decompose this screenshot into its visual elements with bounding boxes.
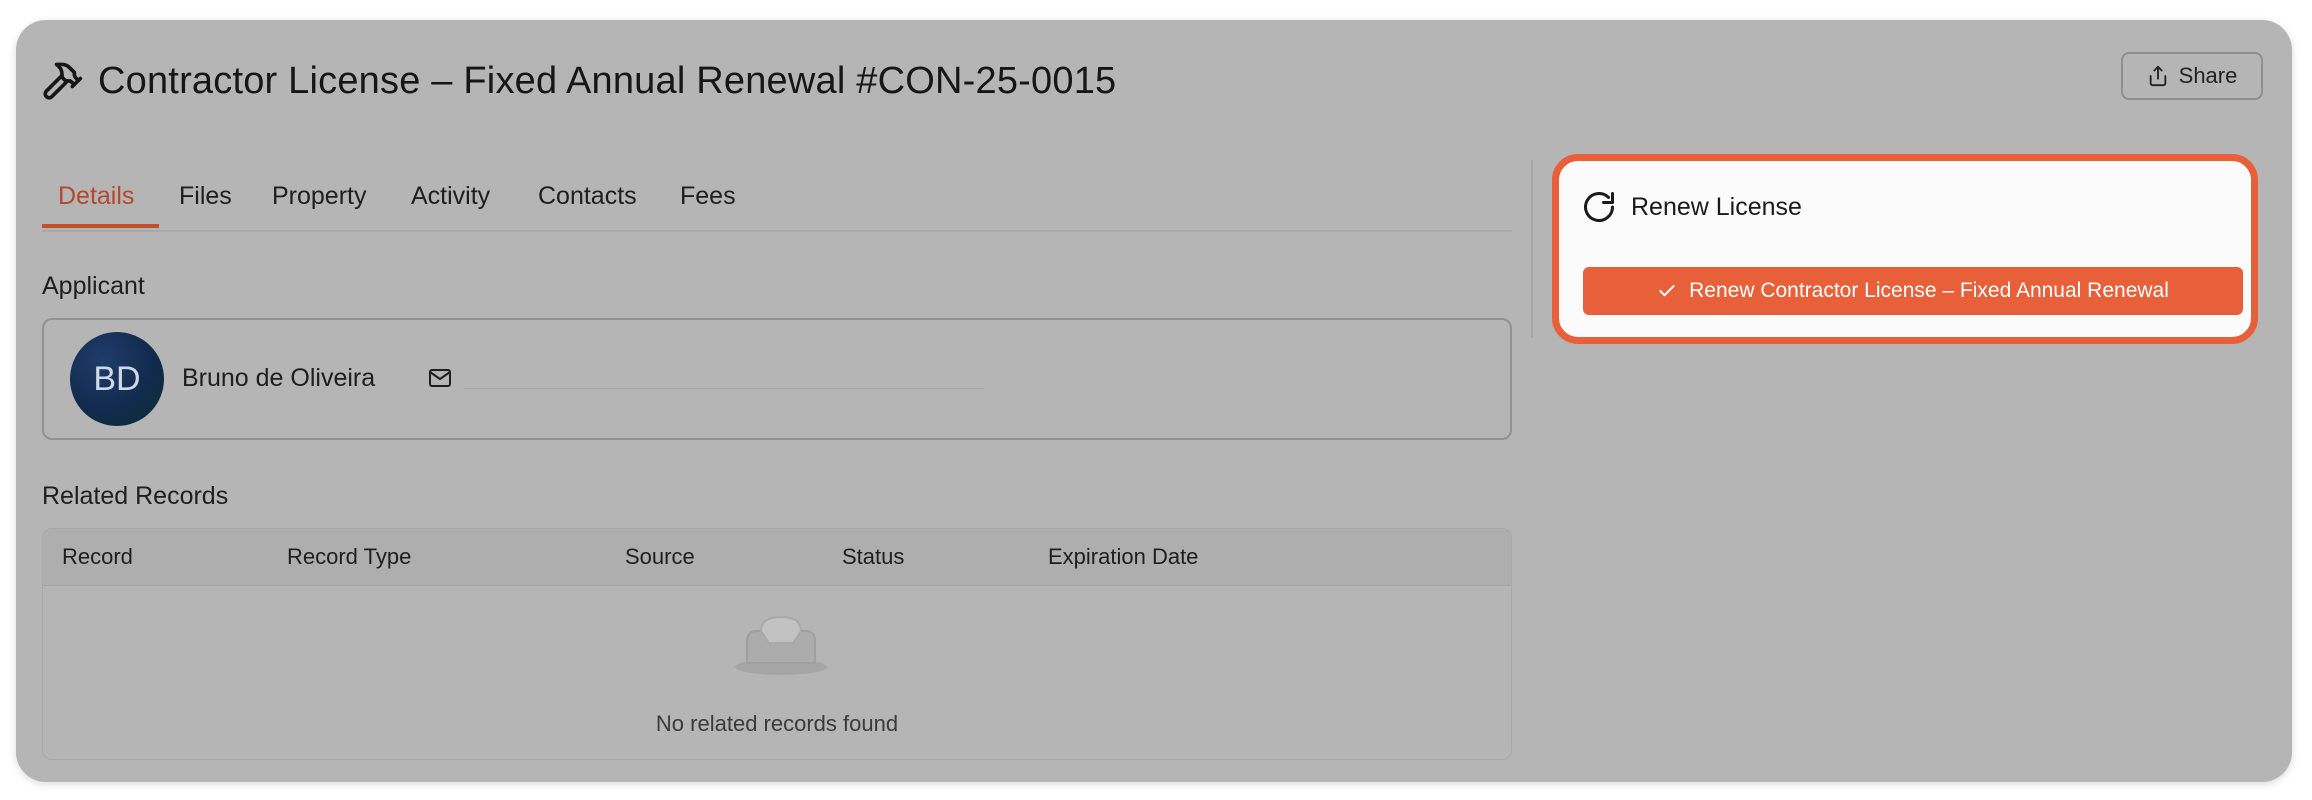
applicant-heading: Applicant	[42, 272, 145, 300]
active-tab-indicator	[42, 224, 159, 228]
tab-details[interactable]: Details	[58, 182, 134, 211]
column-divider	[1531, 160, 1533, 338]
tab-activity[interactable]: Activity	[411, 182, 490, 211]
share-label: Share	[2178, 63, 2238, 88]
mail-icon[interactable]	[428, 368, 452, 388]
renew-license-button[interactable]: Renew Contractor License – Fixed Annual …	[1583, 267, 2243, 315]
renew-panel-header: Renew License	[1581, 189, 1802, 225]
email-placeholder-line	[464, 388, 984, 389]
empty-state-text: No related records found	[655, 711, 899, 736]
column-header-status[interactable]: Status	[842, 544, 904, 570]
share-button[interactable]: Share	[2121, 52, 2263, 100]
renew-panel-title: Renew License	[1631, 192, 1802, 221]
renew-license-panel: Renew License Renew Contractor License –…	[1552, 154, 2258, 344]
page-header: Contractor License – Fixed Annual Renewa…	[40, 56, 1116, 106]
applicant-name: Bruno de Oliveira	[182, 364, 376, 392]
column-header-record-type[interactable]: Record Type	[287, 544, 411, 570]
avatar: BD	[70, 332, 164, 426]
applicant-card: BD Bruno de Oliveira	[42, 318, 1512, 440]
column-header-expiration-date[interactable]: Expiration Date	[1048, 544, 1198, 570]
column-header-record[interactable]: Record	[62, 544, 133, 570]
share-icon	[2149, 65, 2166, 87]
empty-inbox-icon	[735, 615, 827, 675]
tab-files[interactable]: Files	[179, 182, 232, 211]
table-header: Record Record Type Source Status Expirat…	[43, 529, 1511, 586]
tab-property[interactable]: Property	[272, 182, 366, 211]
related-records-heading: Related Records	[42, 482, 229, 510]
tab-bar: Details Files Property Activity Contacts…	[42, 168, 1512, 232]
related-records-table: Record Record Type Source Status Expirat…	[42, 528, 1512, 760]
renew-button-label: Renew Contractor License – Fixed Annual …	[1689, 279, 2169, 302]
page-title: Contractor License – Fixed Annual Renewa…	[98, 59, 1117, 102]
hammer-icon	[43, 62, 83, 100]
check-icon	[1659, 285, 1675, 297]
column-header-source[interactable]: Source	[625, 544, 695, 570]
refresh-icon	[1584, 192, 1614, 223]
tab-contacts[interactable]: Contacts	[538, 182, 637, 211]
tab-fees[interactable]: Fees	[680, 182, 736, 211]
